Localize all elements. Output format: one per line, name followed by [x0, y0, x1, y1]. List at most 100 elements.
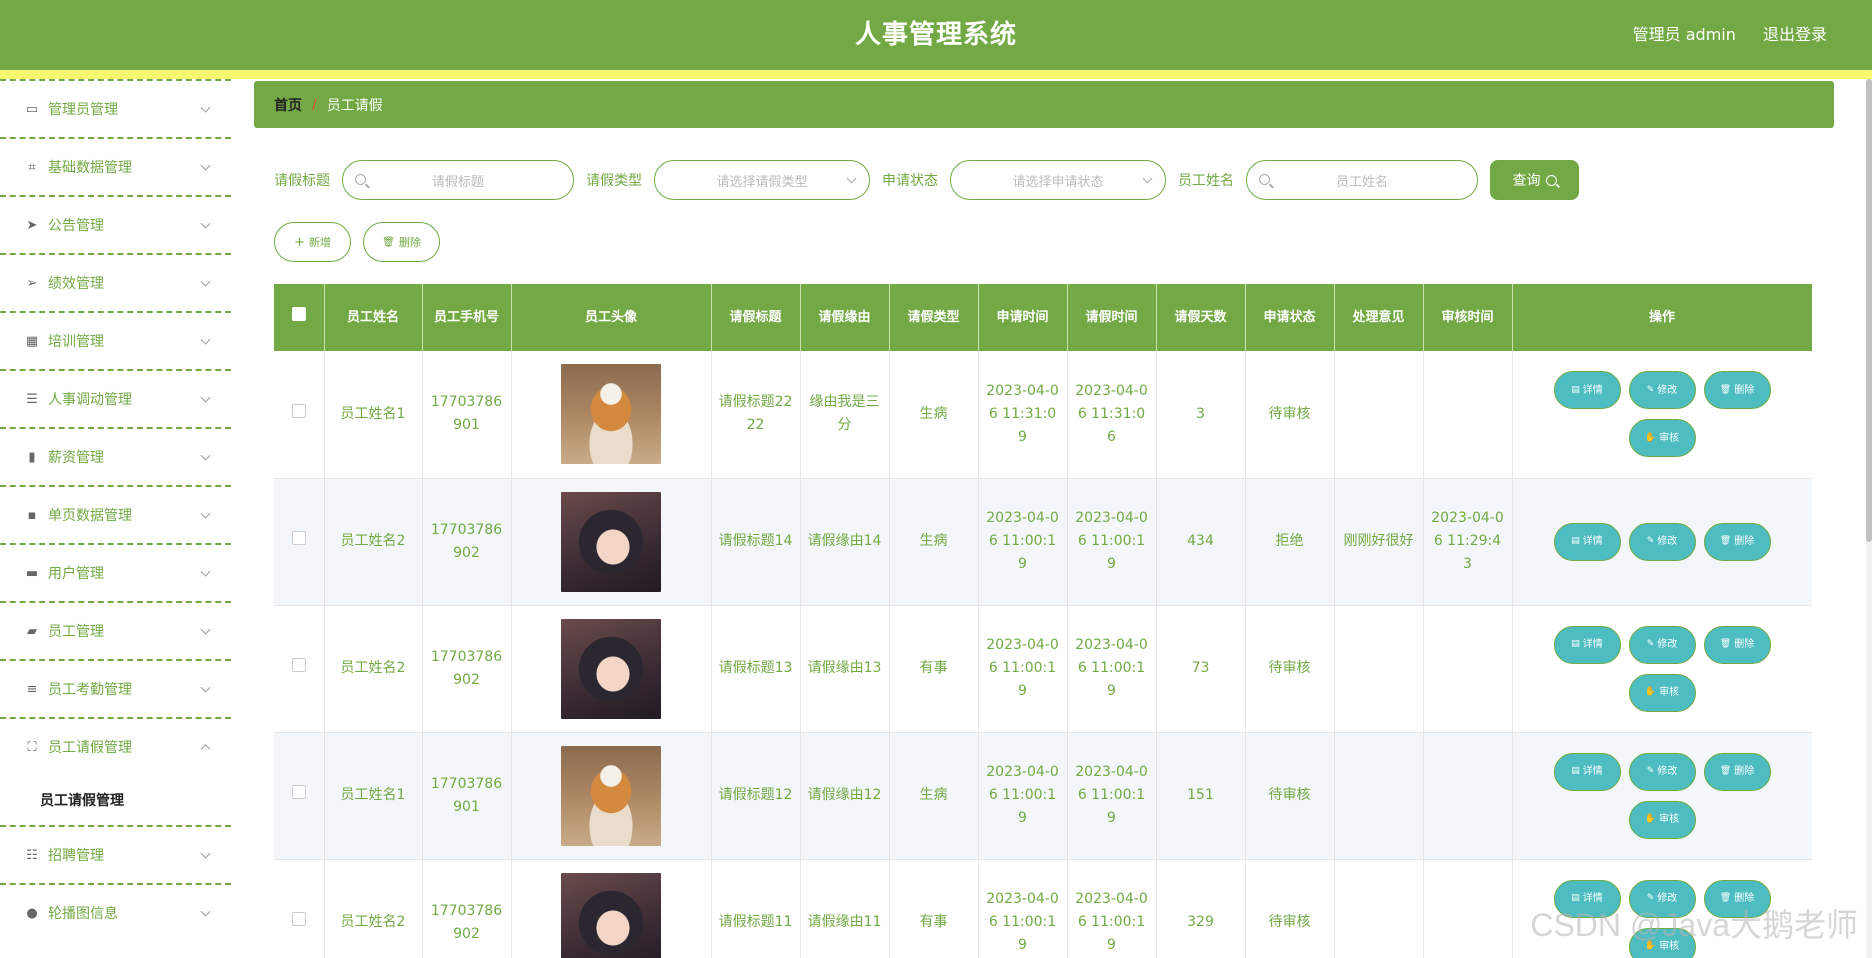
user-icon: ● [26, 905, 38, 921]
search-icon [1259, 174, 1270, 185]
edit-button[interactable]: ✎ 修改 [1628, 625, 1696, 664]
sidebar-item-0[interactable]: ▭ 管理员管理 [0, 79, 231, 137]
select-all-checkbox[interactable] [291, 307, 306, 321]
delete-button[interactable]: 🗑 删除 [1703, 752, 1771, 791]
status-label: 申请状态 [882, 173, 938, 189]
sidebar-item-1[interactable]: ⌗ 基础数据管理 [0, 137, 231, 195]
cell-leave-time: 2023-04-06 11:00:19 [1067, 478, 1157, 606]
column-header: 请假缘由 [800, 284, 890, 351]
search-icon [1545, 174, 1557, 186]
delete-button[interactable]: 🗑 删除 [1703, 625, 1771, 664]
cell-apply-time: 2023-04-06 11:00:19 [978, 478, 1068, 606]
sidebar-item-7[interactable]: ▪ 单页数据管理 [0, 485, 231, 543]
edit-button[interactable]: ✎ 修改 [1628, 371, 1696, 410]
header: 人事管理系统 管理员 admin 退出登录 [0, 0, 1872, 70]
batch-delete-button[interactable]: 🗑 删除 [363, 222, 440, 262]
cell-status: 待审核 [1245, 605, 1335, 733]
audit-button[interactable]: ✋ 审核 [1628, 800, 1696, 839]
row-checkbox[interactable] [291, 912, 306, 926]
add-button[interactable]: + 新增 [274, 222, 351, 262]
sidebar-subitem-active[interactable]: 员工请假管理 [0, 775, 231, 825]
cell-phone: 17703786902 [422, 605, 512, 733]
navigation-icon: ➢ [26, 275, 38, 291]
details-button[interactable]: ▤ 详情 [1553, 752, 1621, 791]
sidebar-item-2[interactable]: ➤ 公告管理 [0, 195, 231, 253]
cell-phone: 17703786902 [422, 478, 512, 606]
app-title: 人事管理系统 [854, 20, 1017, 50]
cell-type: 有事 [889, 605, 979, 733]
cell-title: 请假标题13 [711, 605, 801, 733]
cell-phone: 17703786901 [422, 732, 512, 860]
menu-icon: ☷ [26, 847, 38, 863]
row-checkbox[interactable] [291, 403, 306, 418]
sidebar-item-label: 培训管理 [48, 334, 104, 350]
row-checkbox[interactable] [291, 785, 306, 799]
row-actions: ▤ 详情 ✎ 修改 🗑 删除 ✋ 审核 [1512, 605, 1812, 733]
type-select[interactable]: 请选择请假类型 [654, 160, 870, 200]
details-icon: ▤ [1571, 384, 1580, 395]
status-select[interactable]: 请选择申请状态 [950, 160, 1166, 200]
sidebar-item-9[interactable]: ▰ 员工管理 [0, 601, 231, 659]
sidebar-item-13[interactable]: ● 轮播图信息 [0, 883, 231, 941]
column-header: 请假天数 [1156, 284, 1246, 351]
sidebar-item-10[interactable]: ≡ 员工考勤管理 [0, 659, 231, 717]
cell-reason: 请假缘由11 [800, 859, 890, 958]
row-select-cell [274, 859, 325, 958]
query-button[interactable]: 查询 [1490, 160, 1579, 200]
edit-button[interactable]: ✎ 修改 [1628, 522, 1696, 561]
avatar [561, 745, 661, 846]
edit-button-label: 修改 [1657, 536, 1678, 547]
sidebar-item-3[interactable]: ➢ 绩效管理 [0, 253, 231, 311]
breadcrumb-home[interactable]: 首页 [274, 95, 302, 115]
sidebar-item-4[interactable]: ▦ 培训管理 [0, 311, 231, 369]
audit-button[interactable]: ✋ 审核 [1628, 673, 1696, 712]
details-button[interactable]: ▤ 详情 [1553, 522, 1621, 561]
logout-button[interactable]: 退出登录 [1763, 25, 1827, 44]
sidebar-item-label: 招聘管理 [48, 848, 104, 864]
sidebar-item-label: 轮播图信息 [48, 906, 118, 922]
sidebar-item-12[interactable]: ☷ 招聘管理 [0, 825, 231, 883]
row-checkbox[interactable] [291, 531, 306, 545]
audit-button[interactable]: ✋ 审核 [1628, 419, 1696, 458]
title-search-input[interactable]: 请假标题 [342, 160, 574, 200]
sidebar-item-5[interactable]: ☰ 人事调动管理 [0, 369, 231, 427]
scrollbar-thumb[interactable] [1866, 79, 1872, 542]
details-button[interactable]: ▤ 详情 [1553, 625, 1621, 664]
sidebar-item-11[interactable]: ⛶ 员工请假管理 [0, 717, 231, 775]
leave-table-container: 员工姓名 员工手机号 员工头像 请假标题 请假缘由 请假类型 申请时间 请假时间 请假天数 申请状… [274, 284, 1812, 958]
avatar [561, 618, 661, 719]
sidebar-item-6[interactable]: ▮ 薪资管理 [0, 427, 231, 485]
sliders-icon: ☰ [26, 391, 38, 407]
search-bar: 请假标题 请假标题 请假类型 请选择请假类型 申请状态 请选择申请状态 员工姓名… [274, 160, 1579, 200]
row-actions: ▤ 详情 ✎ 修改 🗑 删除 [1512, 478, 1812, 606]
search-icon [355, 174, 366, 185]
edit-icon: ✎ [1646, 766, 1655, 776]
sidebar-item-8[interactable]: ▬ 用户管理 [0, 543, 231, 601]
table-row: 员工姓名2 17703786902 请假标题13 请假缘由13 有事 2023-04-06… [274, 605, 1812, 733]
chat-icon: ▪ [27, 507, 37, 523]
cell-name: 员工姓名2 [324, 859, 423, 958]
name-search-input[interactable]: 员工姓名 [1246, 160, 1478, 200]
printer-icon: ▬ [25, 565, 39, 581]
cell-days: 151 [1156, 732, 1246, 860]
table-row: 员工姓名2 17703786902 请假标题14 请假缘由14 生病 2023-04-06… [274, 478, 1812, 606]
edit-button[interactable]: ✎ 修改 [1628, 752, 1696, 791]
cell-title: 请假标题12 [711, 732, 801, 860]
cell-apply-time: 2023-04-06 11:31:09 [978, 351, 1068, 479]
delete-icon: 🗑 [1719, 766, 1732, 776]
title-label: 请假标题 [274, 173, 330, 189]
delete-label: 删除 [398, 236, 421, 249]
chevron-up-icon [200, 744, 211, 755]
grid-icon: ▦ [25, 333, 39, 349]
details-button[interactable]: ▤ 详情 [1553, 371, 1621, 410]
column-header: 申请时间 [978, 284, 1068, 351]
delete-button[interactable]: 🗑 删除 [1703, 371, 1771, 410]
cell-leave-time: 2023-04-06 11:31:06 [1067, 351, 1157, 479]
chevron-down-icon [200, 276, 211, 287]
page-scrollbar[interactable] [1866, 79, 1872, 958]
cell-title: 请假标题11 [711, 859, 801, 958]
row-checkbox[interactable] [291, 658, 306, 672]
delete-button[interactable]: 🗑 删除 [1703, 522, 1771, 561]
cell-reason: 请假缘由13 [800, 605, 890, 733]
card-icon: ▭ [25, 101, 39, 117]
